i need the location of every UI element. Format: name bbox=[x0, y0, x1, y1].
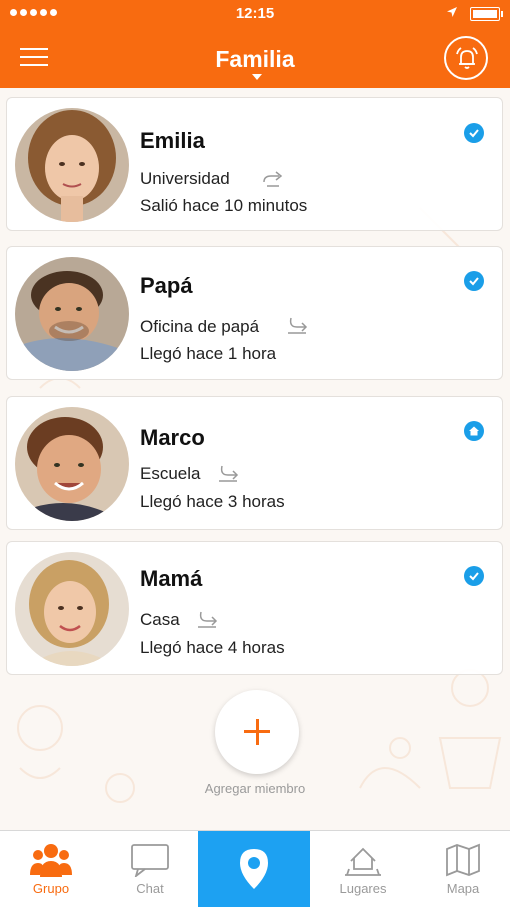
location-pin-icon bbox=[240, 849, 268, 889]
member-status: Salió hace 10 minutos bbox=[140, 196, 308, 215]
member-card[interactable]: Emilia Universidad Salió hace 10 minutos bbox=[6, 97, 503, 231]
tab-mapa[interactable]: Mapa bbox=[416, 831, 510, 907]
places-icon bbox=[345, 847, 381, 876]
member-status: Llegó hace 3 horas bbox=[140, 492, 285, 511]
tab-label: Grupo bbox=[32, 881, 70, 896]
member-place: Oficina de papá bbox=[140, 317, 260, 336]
header: Familia bbox=[0, 28, 510, 88]
bell-icon bbox=[456, 47, 478, 69]
chevron-down-icon[interactable] bbox=[252, 74, 262, 80]
arrival-icon bbox=[219, 465, 239, 482]
departure-icon bbox=[263, 171, 283, 187]
avatar bbox=[15, 108, 129, 222]
tab-label: Chat bbox=[136, 881, 164, 896]
tab-label: Mapa bbox=[446, 881, 480, 896]
map-icon bbox=[446, 843, 480, 877]
avatar bbox=[15, 552, 129, 666]
tab-chat[interactable]: Chat bbox=[102, 831, 198, 907]
page-title[interactable]: Familia bbox=[0, 46, 510, 73]
location-arrow-icon bbox=[447, 7, 457, 17]
member-place: Escuela bbox=[140, 464, 201, 483]
add-member-button[interactable] bbox=[215, 690, 299, 774]
member-name: Papá bbox=[140, 273, 193, 298]
tab-label: Lugares bbox=[339, 881, 387, 896]
chat-icon bbox=[131, 844, 169, 877]
member-status: Llegó hace 4 horas bbox=[140, 638, 285, 657]
check-icon bbox=[464, 566, 484, 586]
tab-grupo[interactable]: Grupo bbox=[0, 831, 102, 907]
member-name: Emilia bbox=[140, 128, 205, 153]
notification-bell-button[interactable] bbox=[444, 36, 488, 80]
check-icon bbox=[464, 123, 484, 143]
avatar bbox=[15, 257, 129, 371]
member-place: Casa bbox=[140, 610, 180, 629]
member-card[interactable]: Papá Oficina de papá Llegó hace 1 hora bbox=[6, 246, 503, 380]
member-name: Marco bbox=[140, 425, 205, 450]
group-icon bbox=[30, 844, 72, 877]
tab-bar: Grupo Chat Lugares Mapa bbox=[0, 830, 510, 907]
member-place: Universidad bbox=[140, 169, 230, 188]
status-time: 12:15 bbox=[235, 5, 275, 22]
arrival-icon bbox=[288, 317, 308, 334]
arrival-icon bbox=[198, 611, 218, 628]
avatar bbox=[15, 407, 129, 521]
battery-icon bbox=[470, 7, 503, 21]
status-bar: 12:15 bbox=[0, 0, 510, 28]
member-status: Llegó hace 1 hora bbox=[140, 344, 277, 363]
home-icon bbox=[464, 421, 484, 441]
tab-lugares[interactable]: Lugares bbox=[310, 831, 416, 907]
tab-location[interactable] bbox=[198, 831, 310, 907]
add-member-label: Agregar miembro bbox=[204, 781, 306, 796]
member-card[interactable]: Mamá Casa Llegó hace 4 horas bbox=[6, 541, 503, 675]
member-name: Mamá bbox=[140, 566, 203, 591]
check-icon bbox=[464, 271, 484, 291]
member-card[interactable]: Marco Escuela Llegó hace 3 horas bbox=[6, 396, 503, 530]
